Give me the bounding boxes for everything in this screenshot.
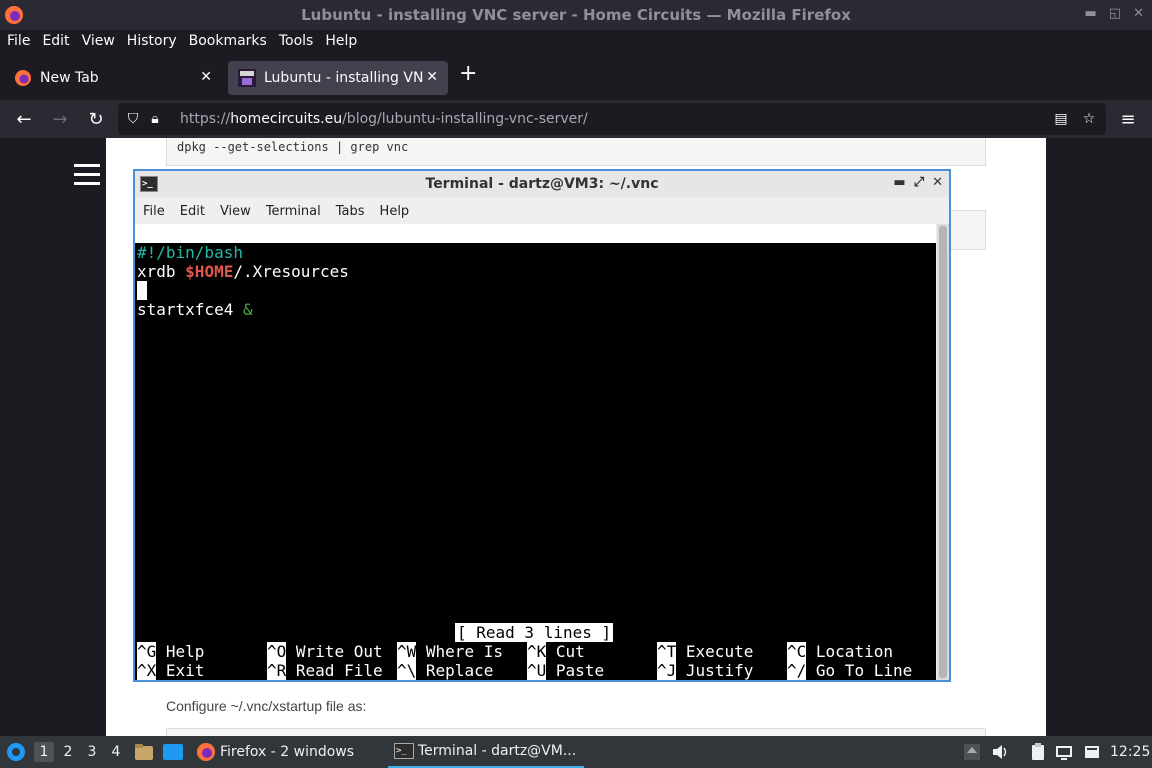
tab-strip: New Tab ✕ Lubuntu - installing VNC ✕: [0, 52, 1152, 100]
firefox-icon: [197, 743, 215, 761]
shortcut-execute: ^T Execute: [657, 642, 754, 661]
nano-header: GNU nano 6.2 xstartup *: [135, 224, 936, 281]
navigation-toolbar: ← → ↻ ⛉ 🔒︎ https://homecircuits.eu/blog/…: [0, 100, 1152, 138]
editor-line-4: startxfce4 &: [137, 300, 253, 319]
tray-arrow-icon[interactable]: [962, 742, 982, 762]
terminal-menubar: File Edit View Terminal Tabs Help: [135, 199, 949, 223]
browser-menubar: File Edit View History Bookmarks Tools H…: [0, 30, 1152, 52]
terminal-title: Terminal - dartz@VM3: ~/.vnc: [425, 176, 659, 192]
shortcut-exit: ^X Exit: [137, 661, 205, 680]
menu-history[interactable]: History: [127, 33, 189, 49]
editor-line-1: #!/bin/bash: [137, 243, 243, 262]
code-block: dpkg --get-selections | grep vnc: [166, 138, 986, 166]
terminal-window[interactable]: >_ Terminal - dartz@VM3: ~/.vnc ▬ ⤢ ✕ Fi…: [133, 169, 951, 682]
minimize-icon[interactable]: ▬: [1085, 6, 1097, 21]
file-manager-icon[interactable]: [134, 743, 154, 761]
app-menu-icon[interactable]: ≡: [1116, 108, 1140, 130]
volume-icon[interactable]: [990, 742, 1010, 762]
tab-new-tab[interactable]: New Tab ✕: [4, 61, 222, 95]
terminal-menu-file[interactable]: File: [143, 204, 165, 219]
taskbar-terminal-label: Terminal - dartz@VM...: [418, 743, 577, 759]
menu-tools[interactable]: Tools: [279, 33, 326, 49]
editor-line-2: xrdb $HOME/.Xresources: [137, 262, 349, 281]
configure-paragraph: Configure ~/.vnc/xstartup file as:: [166, 698, 367, 714]
clock[interactable]: 12:25: [1110, 736, 1150, 768]
notification-icon[interactable]: [1082, 742, 1102, 762]
url-bar[interactable]: ⛉ 🔒︎ https://homecircuits.eu/blog/lubunt…: [118, 103, 1106, 135]
shortcut-help: ^G Help: [137, 642, 205, 661]
firefox-icon: [5, 6, 23, 24]
shield-icon[interactable]: ⛉: [122, 108, 144, 130]
workspace-4[interactable]: 4: [106, 742, 126, 762]
terminal-titlebar[interactable]: >_ Terminal - dartz@VM3: ~/.vnc ▬ ⤢ ✕: [135, 171, 949, 197]
shortcut-go-to-line: ^/ Go To Line: [787, 661, 913, 680]
code-block-partial: [948, 210, 986, 250]
tab-label: Lubuntu - installing VNC: [264, 70, 424, 86]
workspace-1[interactable]: 1: [34, 742, 54, 762]
lock-icon[interactable]: 🔒︎: [144, 108, 166, 130]
url-text: https://homecircuits.eu/blog/lubuntu-ins…: [180, 111, 588, 127]
close-icon[interactable]: ✕: [1133, 6, 1144, 21]
clipboard-icon[interactable]: [1028, 742, 1048, 762]
close-tab-icon[interactable]: ✕: [426, 69, 438, 85]
shortcut-write-out: ^O Write Out: [267, 642, 383, 661]
shortcut-justify: ^J Justify: [657, 661, 754, 680]
maximize-icon[interactable]: ⤢: [914, 175, 924, 190]
taskbar-firefox[interactable]: Firefox - 2 windows: [190, 736, 370, 768]
terminal-menu-edit[interactable]: Edit: [180, 204, 205, 219]
show-desktop-icon[interactable]: [162, 743, 184, 761]
terminal-icon: >_: [140, 176, 158, 192]
shortcut-cut: ^K Cut: [527, 642, 585, 661]
back-icon[interactable]: ←: [12, 108, 36, 130]
homecircuits-favicon: [238, 69, 256, 87]
shortcut-location: ^C Location: [787, 642, 893, 661]
taskbar-firefox-label: Firefox - 2 windows: [220, 744, 355, 760]
reload-icon[interactable]: ↻: [84, 108, 108, 130]
taskbar: 1 2 3 4 Firefox - 2 windows >_ Terminal …: [0, 736, 1152, 768]
shortcut-read-file: ^R Read File: [267, 661, 383, 680]
text-cursor: [137, 281, 147, 300]
terminal-menu-terminal[interactable]: Terminal: [266, 204, 321, 219]
close-icon[interactable]: ✕: [932, 175, 943, 190]
lubuntu-start-icon[interactable]: [6, 742, 26, 762]
shortcut-where-is: ^W Where Is: [397, 642, 503, 661]
nano-filename: xstartup *: [515, 262, 612, 281]
menu-help[interactable]: Help: [325, 33, 369, 49]
terminal-icon: >_: [394, 743, 414, 759]
scrollbar-thumb[interactable]: [939, 226, 947, 678]
tab-label: New Tab: [40, 70, 99, 86]
shortcut-replace: ^\ Replace: [397, 661, 494, 680]
menu-bookmarks[interactable]: Bookmarks: [189, 33, 279, 49]
maximize-icon[interactable]: ◱: [1109, 6, 1121, 21]
nano-status: [ Read 3 lines ]: [455, 623, 614, 642]
terminal-scrollbar[interactable]: [937, 224, 949, 680]
terminal-screen[interactable]: GNU nano 6.2 xstartup * #!/bin/bash xrdb…: [135, 224, 936, 680]
new-tab-button[interactable]: +: [459, 63, 477, 85]
network-icon[interactable]: [1054, 742, 1074, 762]
window-titlebar: Lubuntu - installing VNC server - Home C…: [0, 0, 1152, 30]
tab-lubuntu-vnc[interactable]: Lubuntu - installing VNC ✕: [228, 61, 448, 95]
workspace-2[interactable]: 2: [58, 742, 78, 762]
workspace-3[interactable]: 3: [82, 742, 102, 762]
menu-edit[interactable]: Edit: [42, 33, 81, 49]
taskbar-terminal[interactable]: >_ Terminal - dartz@VM...: [388, 736, 584, 768]
menu-view[interactable]: View: [82, 33, 127, 49]
forward-icon[interactable]: →: [48, 108, 72, 130]
window-title: Lubuntu - installing VNC server - Home C…: [301, 6, 851, 24]
close-tab-icon[interactable]: ✕: [200, 69, 212, 85]
terminal-menu-tabs[interactable]: Tabs: [336, 204, 365, 219]
minimize-icon[interactable]: ▬: [893, 175, 905, 190]
firefox-icon: [15, 70, 31, 86]
terminal-menu-help[interactable]: Help: [380, 204, 410, 219]
site-menu-icon[interactable]: [74, 164, 100, 186]
bookmark-star-icon[interactable]: ☆: [1078, 108, 1100, 130]
menu-file[interactable]: File: [7, 33, 42, 49]
reader-view-icon[interactable]: ▤: [1050, 108, 1072, 130]
shortcut-paste: ^U Paste: [527, 661, 605, 680]
terminal-menu-view[interactable]: View: [220, 204, 251, 219]
